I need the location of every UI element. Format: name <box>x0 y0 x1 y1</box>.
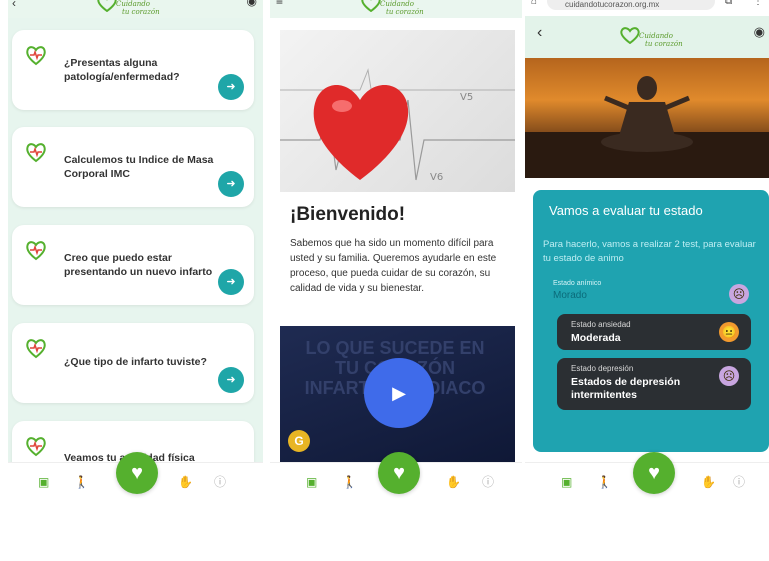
meditating-woman-illustration <box>525 76 769 178</box>
heart-ecg-image: V5 V6 <box>280 30 515 192</box>
screen-welcome: ≡ Cuidando tu corazón V5 V6 ¡Bienvenido!… <box>270 0 522 500</box>
card-text: ¿Presentas alguna patología/enfermedad? <box>64 57 180 83</box>
welcome-text: Sabemos que ha sido un momento difícil p… <box>290 238 497 294</box>
hand-icon[interactable]: ✋ <box>178 475 193 489</box>
logo-line1: Cuidando <box>116 0 150 8</box>
depression-value: Estados de depresión intermitentes <box>571 376 681 401</box>
heart-pulse-icon <box>26 46 46 66</box>
heart-fab-button[interactable]: ♥ <box>116 452 158 494</box>
logo-line2: tu corazón <box>122 8 160 16</box>
logo-line2: tu corazón <box>645 40 683 48</box>
app-logo: Cuidando tu corazón <box>619 26 689 48</box>
tabs-icon[interactable]: ⧉ <box>725 0 732 7</box>
card-pathology[interactable]: ¿Presentas alguna patología/enfermedad? … <box>12 30 254 110</box>
back-icon[interactable]: ‹ <box>537 24 542 42</box>
hand-icon[interactable]: ✋ <box>701 475 716 489</box>
ecg-heart-illustration: V5 V6 <box>280 68 515 183</box>
logo-line2: tu corazón <box>386 8 424 16</box>
depression-label: Estado depresión <box>571 364 634 373</box>
sad-face-icon: ☹ <box>719 366 739 386</box>
clipboard-icon[interactable]: ▣ <box>561 475 572 489</box>
heart-pulse-icon <box>26 339 46 359</box>
panel-title: Vamos a evaluar tu estado <box>549 203 703 218</box>
app-header: ‹ Cuidando tu corazón ◉ <box>8 0 263 18</box>
app-header: ≡ Cuidando tu corazón <box>270 0 522 18</box>
card-imc[interactable]: Calculemos tu Indice de Masa Corporal IM… <box>12 127 254 207</box>
svg-text:V5: V5 <box>460 92 473 103</box>
card-text: Calculemos tu Indice de Masa Corporal IM… <box>64 154 214 180</box>
card-text: Creo que puedo estar presentando un nuev… <box>64 252 213 278</box>
logo-line1: Cuidando <box>380 0 414 8</box>
more-icon[interactable]: ⋮ <box>753 0 763 7</box>
arrow-right-icon[interactable]: ➜ <box>218 171 244 197</box>
anxiety-label: Estado ansiedad <box>571 320 631 329</box>
heart-fab-button[interactable]: ♥ <box>378 452 420 494</box>
evaluation-panel: Vamos a evaluar tu estado Para hacerlo, … <box>533 190 769 452</box>
anxiety-value: Moderada <box>571 332 621 344</box>
app-header: ‹ Cuidando tu corazón ◉ <box>525 16 769 58</box>
welcome-title: ¡Bienvenido! <box>290 204 406 225</box>
card-infarct-now[interactable]: Creo que puedo estar presentando un nuev… <box>12 225 254 305</box>
url-field[interactable]: cuidandotucorazon.org.mx <box>547 0 715 10</box>
account-icon[interactable]: ◉ <box>247 0 257 8</box>
card-infarct-type[interactable]: ¿Que tipo de infarto tuviste? ➜ <box>12 323 254 403</box>
neutral-face-icon: 😐 <box>719 322 739 342</box>
card-text: ¿Que tipo de infarto tuviste? <box>64 356 207 368</box>
play-icon[interactable]: ▶ <box>364 358 434 428</box>
hand-icon[interactable]: ✋ <box>446 475 461 489</box>
clipboard-icon[interactable]: ▣ <box>306 475 317 489</box>
walking-icon[interactable]: 🚶 <box>342 475 357 489</box>
info-icon[interactable]: ⓘ <box>214 475 226 489</box>
menu-icon[interactable]: ≡ <box>276 0 283 8</box>
clipboard-icon[interactable]: ▣ <box>38 475 49 489</box>
arrow-right-icon[interactable]: ➜ <box>218 74 244 100</box>
heart-pulse-icon <box>26 437 46 457</box>
screen-evaluation: ⌂ cuidandotucorazon.org.mx ⧉ ⋮ ‹ Cuidand… <box>525 0 769 500</box>
info-icon[interactable]: ⓘ <box>482 475 494 489</box>
anxiety-card[interactable]: Estado ansiedad Moderada 😐 <box>557 314 751 350</box>
mood-value: Morado <box>553 290 587 301</box>
meditation-photo <box>525 58 769 178</box>
back-arrow-icon[interactable]: ‹ <box>12 0 16 10</box>
video-player[interactable]: LO QUE SUCEDE EN TU CORAZÓN INFARTO CARD… <box>280 326 515 462</box>
account-icon[interactable]: ◉ <box>754 24 765 40</box>
home-icon[interactable]: ⌂ <box>531 0 537 7</box>
mood-state: Estado anímico Morado <box>553 280 753 310</box>
google-badge[interactable]: G <box>288 430 310 452</box>
panel-subtitle: Para hacerlo, vamos a realizar 2 test, p… <box>543 239 756 264</box>
browser-bar: ⌂ cuidandotucorazon.org.mx ⧉ ⋮ <box>525 0 769 16</box>
screen-menu: ‹ Cuidando tu corazón ◉ ¿Presentas algun… <box>8 0 263 500</box>
app-logo: Cuidando tu corazón <box>96 0 166 16</box>
sad-face-icon: ☹ <box>729 284 749 304</box>
mood-label: Estado anímico <box>553 280 602 287</box>
depression-card[interactable]: Estado depresión Estados de depresión in… <box>557 358 751 410</box>
heart-pulse-icon <box>26 241 46 261</box>
app-logo: Cuidando tu corazón <box>360 0 430 16</box>
svg-text:V6: V6 <box>430 172 443 183</box>
walking-icon[interactable]: 🚶 <box>597 475 612 489</box>
info-icon[interactable]: ⓘ <box>733 475 745 489</box>
heart-pulse-icon <box>26 143 46 163</box>
heart-fab-button[interactable]: ♥ <box>633 452 675 494</box>
walking-icon[interactable]: 🚶 <box>74 475 89 489</box>
arrow-right-icon[interactable]: ➜ <box>218 269 244 295</box>
arrow-right-icon[interactable]: ➜ <box>218 367 244 393</box>
logo-line1: Cuidando <box>639 32 673 40</box>
